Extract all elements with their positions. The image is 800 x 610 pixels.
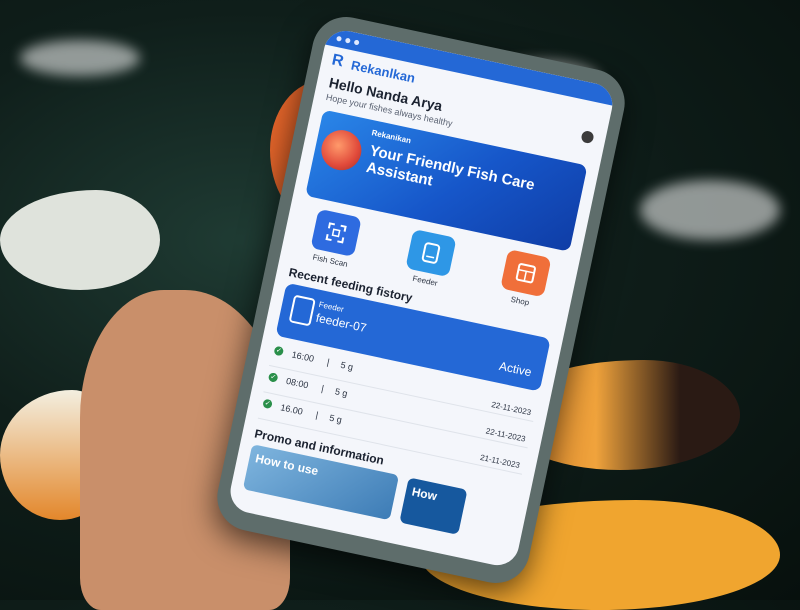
feeder-name: feeder-07 xyxy=(314,310,368,336)
water-reflection xyxy=(640,180,780,240)
check-icon: ✓ xyxy=(273,345,285,357)
scan-button[interactable] xyxy=(310,208,362,258)
status-icons xyxy=(336,35,360,45)
notification-icon xyxy=(336,35,343,42)
notification-icon xyxy=(353,39,360,45)
feeder-icon xyxy=(421,242,441,264)
check-icon: ✓ xyxy=(267,372,279,383)
separator: | xyxy=(314,409,320,421)
white-koi xyxy=(0,190,160,290)
history-time: 08:00 xyxy=(285,375,310,391)
scan-icon xyxy=(325,222,347,244)
feeder-status: Active xyxy=(497,358,533,380)
separator: | xyxy=(320,383,325,394)
history-amount: 5 g xyxy=(339,359,355,373)
feeder-button[interactable] xyxy=(405,228,457,278)
history-amount: 5 g xyxy=(328,412,343,426)
shop-icon xyxy=(515,263,536,284)
banner-headline: Your Friendly Fish Care Assistant xyxy=(364,142,537,194)
history-time: 16:00 xyxy=(290,349,315,364)
history-time: 16.00 xyxy=(279,402,304,417)
history-amount: 5 g xyxy=(334,386,349,399)
rekanikan-logo-icon: R xyxy=(330,51,346,71)
check-icon: ✓ xyxy=(262,398,273,410)
feeder-icon xyxy=(288,294,316,327)
water-reflection xyxy=(20,40,140,76)
fish-illustration xyxy=(317,126,366,174)
shop-button[interactable] xyxy=(500,249,552,298)
separator: | xyxy=(326,356,331,368)
notification-icon xyxy=(344,37,351,44)
